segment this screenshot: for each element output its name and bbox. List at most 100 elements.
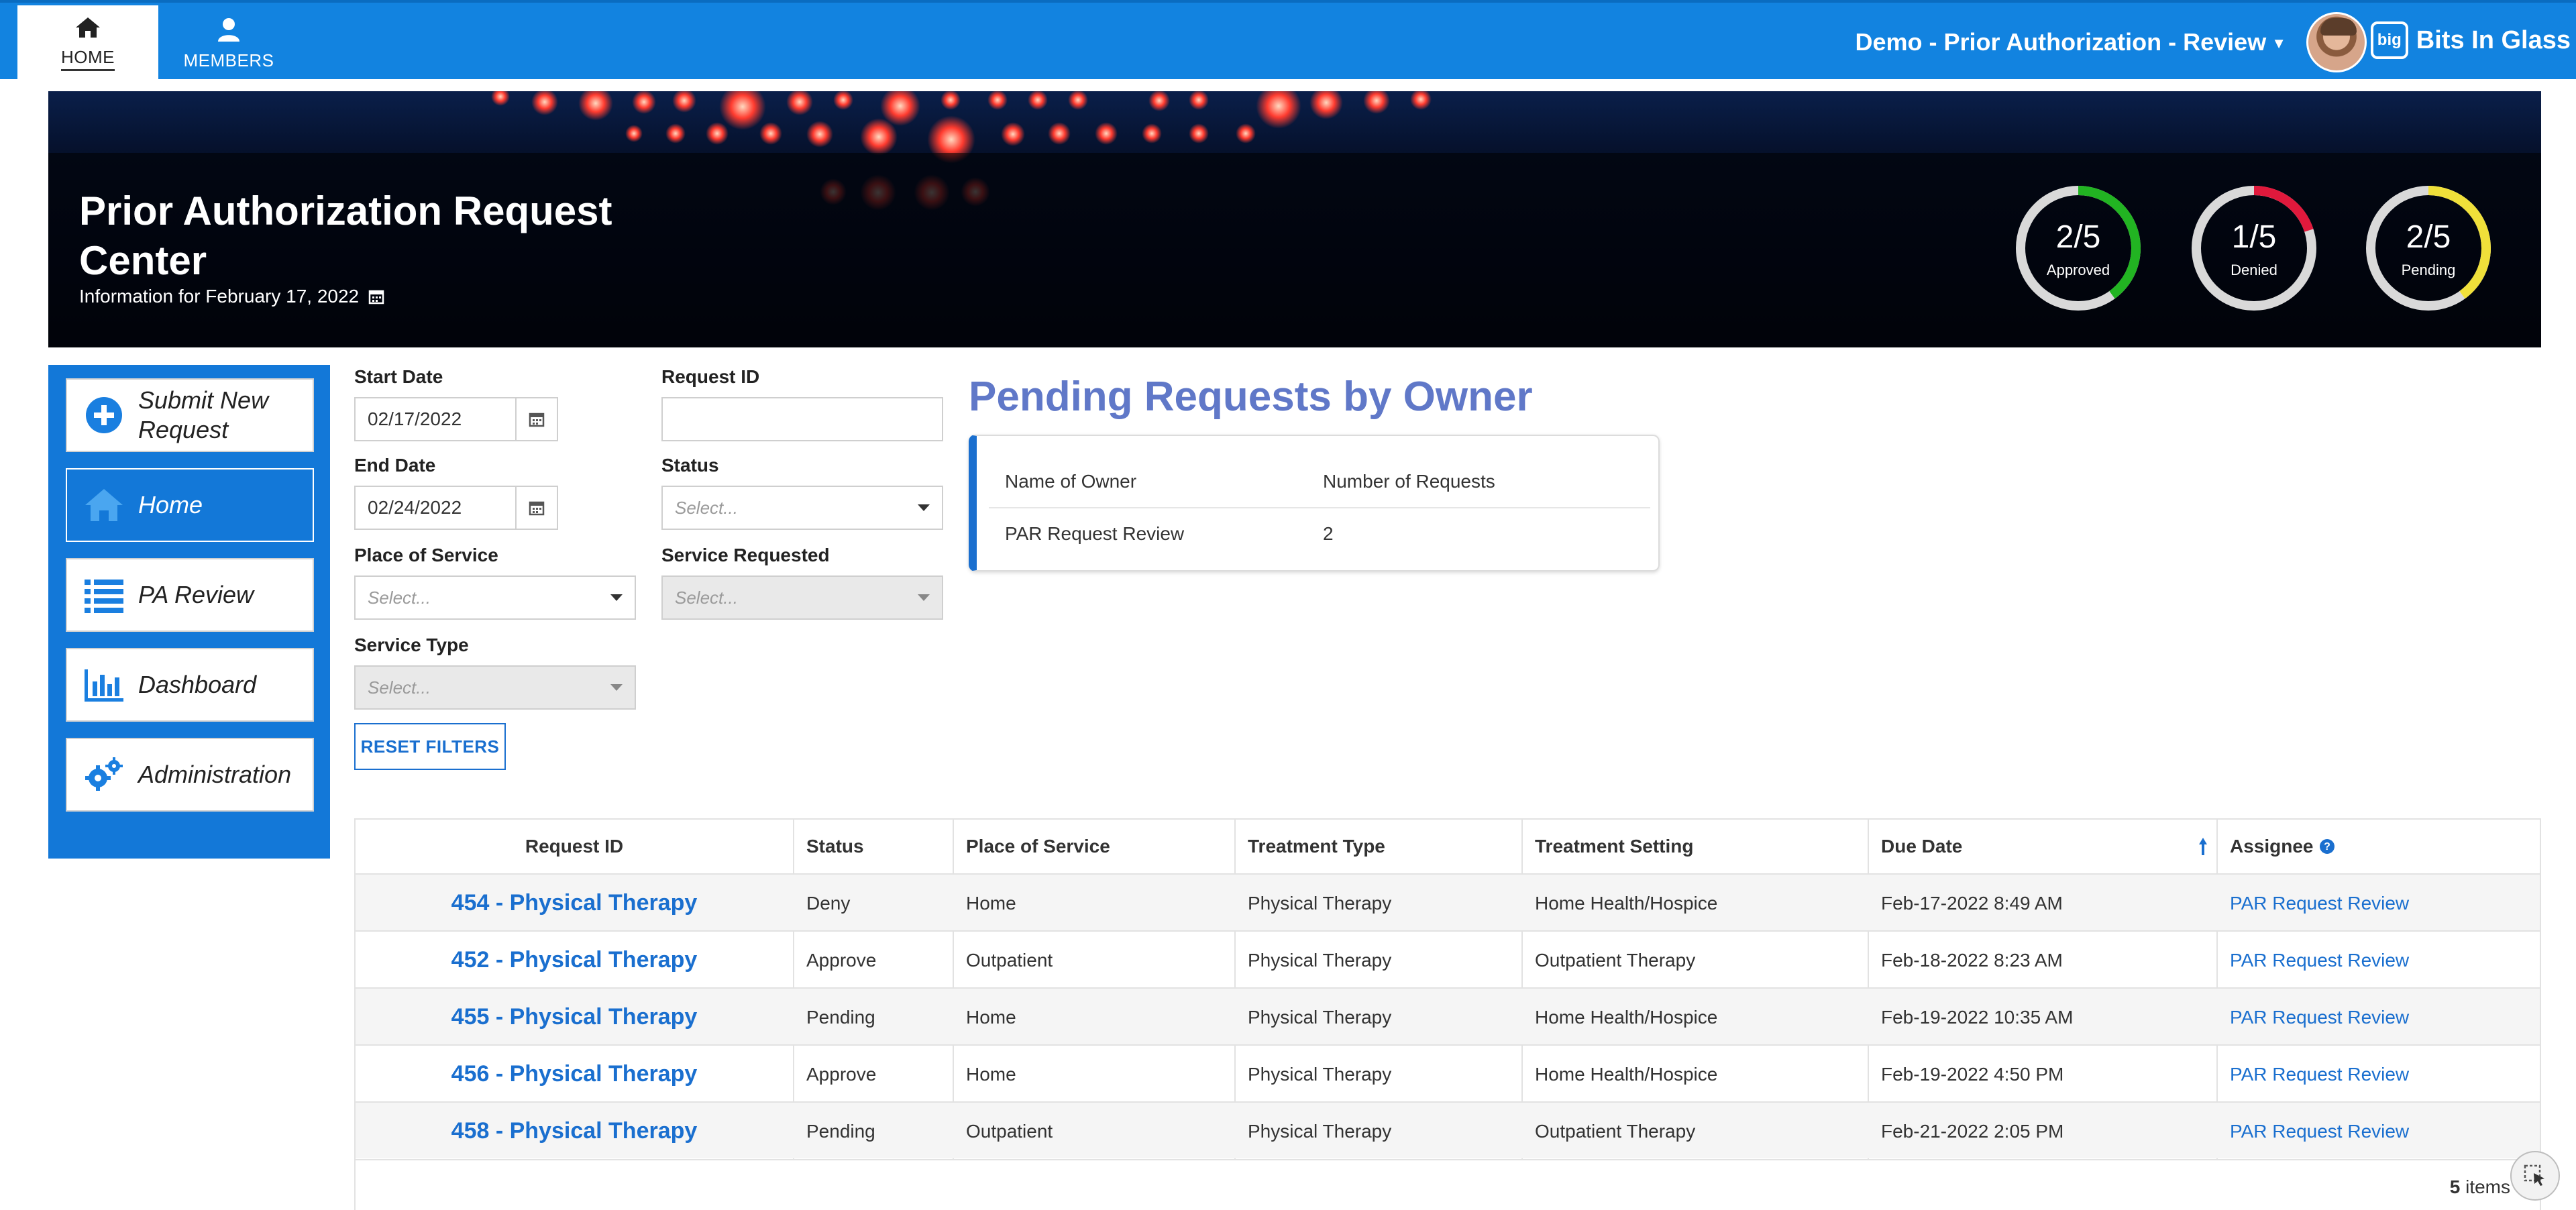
col-header-status[interactable]: Status <box>806 820 864 873</box>
request-id-link[interactable]: 454 - Physical Therapy <box>356 875 793 932</box>
reset-filters-button[interactable]: RESET FILTERS <box>354 723 506 770</box>
caret-down-icon <box>918 594 930 601</box>
top-nav-bar: HOME MEMBERS Demo - Prior Authorization … <box>0 0 2576 82</box>
gears-icon <box>80 751 127 798</box>
request-id-link[interactable]: 455 - Physical Therapy <box>356 989 793 1046</box>
col-header-request-id[interactable]: Request ID <box>356 820 793 873</box>
help-icon[interactable]: ? <box>2319 838 2335 855</box>
place-of-service-select[interactable]: Select... <box>354 575 636 620</box>
gauge-approved: 2/5 Approved <box>2012 182 2144 314</box>
sort-ascending-icon[interactable] <box>2198 820 2224 873</box>
row-treatment-setting: Home Health/Hospice <box>1535 1063 1718 1085</box>
row-treatment-setting: Outpatient Therapy <box>1535 949 1696 971</box>
sidebar-item-home[interactable]: Home <box>66 468 314 542</box>
table-row[interactable]: 455 - Physical Therapy Pending Home Phys… <box>356 987 2540 1044</box>
request-id-link[interactable]: 456 - Physical Therapy <box>356 1046 793 1103</box>
table-row[interactable]: 456 - Physical Therapy Approve Home Phys… <box>356 1044 2540 1101</box>
sidebar-item-label: Administration <box>138 761 292 788</box>
sidebar-item-label: Submit New Request <box>138 386 269 443</box>
col-header-treatment-type[interactable]: Treatment Type <box>1248 820 1385 873</box>
row-place: Home <box>966 1006 1016 1028</box>
request-id-link[interactable]: 458 - Physical Therapy <box>356 1103 793 1160</box>
assignee-link[interactable]: PAR Request Review <box>2230 875 2409 932</box>
service-requested-select[interactable]: Select... <box>661 575 943 620</box>
row-status: Pending <box>806 1006 875 1028</box>
calendar-icon[interactable] <box>515 487 557 529</box>
row-status: Approve <box>806 1063 877 1085</box>
gauge-pending: 2/5 Pending <box>2363 182 2494 314</box>
assignee-link[interactable]: PAR Request Review <box>2230 989 2409 1046</box>
sidebar-item-submit-new-request[interactable]: Submit New Request <box>66 378 314 452</box>
nav-tab-members[interactable]: MEMBERS <box>168 5 290 82</box>
item-count: 5 items <box>2450 1176 2510 1198</box>
calendar-icon[interactable] <box>515 398 557 440</box>
status-select[interactable]: Select... <box>661 486 943 530</box>
service-requested-placeholder: Select... <box>675 587 738 608</box>
nav-tab-members-label: MEMBERS <box>183 50 274 70</box>
sidebar-item-label: Home <box>138 491 203 518</box>
home-icon <box>80 482 127 529</box>
request-id-input[interactable] <box>661 397 943 441</box>
user-icon <box>218 17 239 42</box>
gauge-denied-label: Denied <box>2231 262 2277 278</box>
table-row[interactable]: 452 - Physical Therapy Approve Outpatien… <box>356 930 2540 987</box>
col-header-assignee[interactable]: Assignee ? <box>2230 820 2335 873</box>
col-header-treatment-setting[interactable]: Treatment Setting <box>1535 820 1693 873</box>
sidebar-item-label: Dashboard <box>138 671 257 698</box>
row-due-date: Feb-19-2022 4:50 PM <box>1881 1063 2064 1085</box>
sidebar-item-dashboard[interactable]: Dashboard <box>66 648 314 722</box>
row-place: Home <box>966 1063 1016 1085</box>
start-date-value: 02/17/2022 <box>368 408 462 429</box>
start-date-input[interactable]: 02/17/2022 <box>354 397 558 441</box>
row-treatment-type: Physical Therapy <box>1248 949 1392 971</box>
pending-col-count: Number of Requests <box>1323 471 1495 492</box>
row-treatment-type: Physical Therapy <box>1248 1063 1392 1085</box>
gauge-denied-value: 1/5 <box>2231 219 2277 255</box>
request-id-link[interactable]: 452 - Physical Therapy <box>356 932 793 989</box>
service-requested-label: Service Requested <box>661 545 830 565</box>
col-header-assignee-label: Assignee <box>2230 836 2314 857</box>
app-title: Demo - Prior Authorization - Review <box>1855 28 2267 56</box>
row-treatment-type: Physical Therapy <box>1248 1006 1392 1028</box>
caret-down-icon: ▼ <box>2271 35 2286 52</box>
assignee-link[interactable]: PAR Request Review <box>2230 932 2409 989</box>
caret-down-icon <box>610 594 623 601</box>
pending-row-owner: PAR Request Review <box>1005 523 1185 544</box>
sidebar: Submit New Request Home PA Review Dashbo… <box>48 365 330 859</box>
table-row[interactable]: 458 - Physical Therapy Pending Outpatien… <box>356 1101 2540 1158</box>
list-icon <box>80 571 127 618</box>
row-treatment-setting: Home Health/Hospice <box>1535 1006 1718 1028</box>
item-count-suffix: items <box>2465 1176 2510 1197</box>
end-date-label: End Date <box>354 455 436 476</box>
page-subtitle: Information for February 17, 2022 <box>79 286 384 307</box>
gauge-pending-label: Pending <box>2401 262 2456 278</box>
row-due-date: Feb-17-2022 8:49 AM <box>1881 892 2063 914</box>
row-due-date: Feb-19-2022 10:35 AM <box>1881 1006 2074 1028</box>
service-type-select[interactable]: Select... <box>354 665 636 710</box>
assignee-link[interactable]: PAR Request Review <box>2230 1046 2409 1103</box>
place-of-service-placeholder: Select... <box>368 587 431 608</box>
gauge-pending-value: 2/5 <box>2406 219 2451 255</box>
app-switcher[interactable]: Demo - Prior Authorization - Review ▼ <box>1855 28 2286 56</box>
status-label: Status <box>661 455 719 476</box>
avatar[interactable] <box>2306 12 2367 72</box>
table-row[interactable]: 454 - Physical Therapy Deny Home Physica… <box>356 873 2540 930</box>
cursor-select-icon[interactable] <box>2510 1151 2560 1201</box>
col-header-place-of-service[interactable]: Place of Service <box>966 820 1110 873</box>
page-title: Prior Authorization Request Center <box>79 188 612 283</box>
sidebar-item-label: PA Review <box>138 581 254 608</box>
row-treatment-type: Physical Therapy <box>1248 892 1392 914</box>
gauge-denied: 1/5 Denied <box>2188 182 2320 314</box>
pending-row-count: 2 <box>1323 523 1334 544</box>
nav-tab-home[interactable]: HOME <box>17 5 158 82</box>
assignee-link[interactable]: PAR Request Review <box>2230 1103 2409 1160</box>
sidebar-item-pa-review[interactable]: PA Review <box>66 558 314 632</box>
row-due-date: Feb-21-2022 2:05 PM <box>1881 1120 2064 1142</box>
sidebar-item-administration[interactable]: Administration <box>66 738 314 812</box>
brand-name: Bits In Glass <box>2416 25 2571 54</box>
end-date-input[interactable]: 02/24/2022 <box>354 486 558 530</box>
pending-col-owner: Name of Owner <box>1005 471 1137 492</box>
home-icon <box>76 17 100 38</box>
col-header-due-date[interactable]: Due Date <box>1881 820 1962 873</box>
row-treatment-setting: Home Health/Hospice <box>1535 892 1718 914</box>
